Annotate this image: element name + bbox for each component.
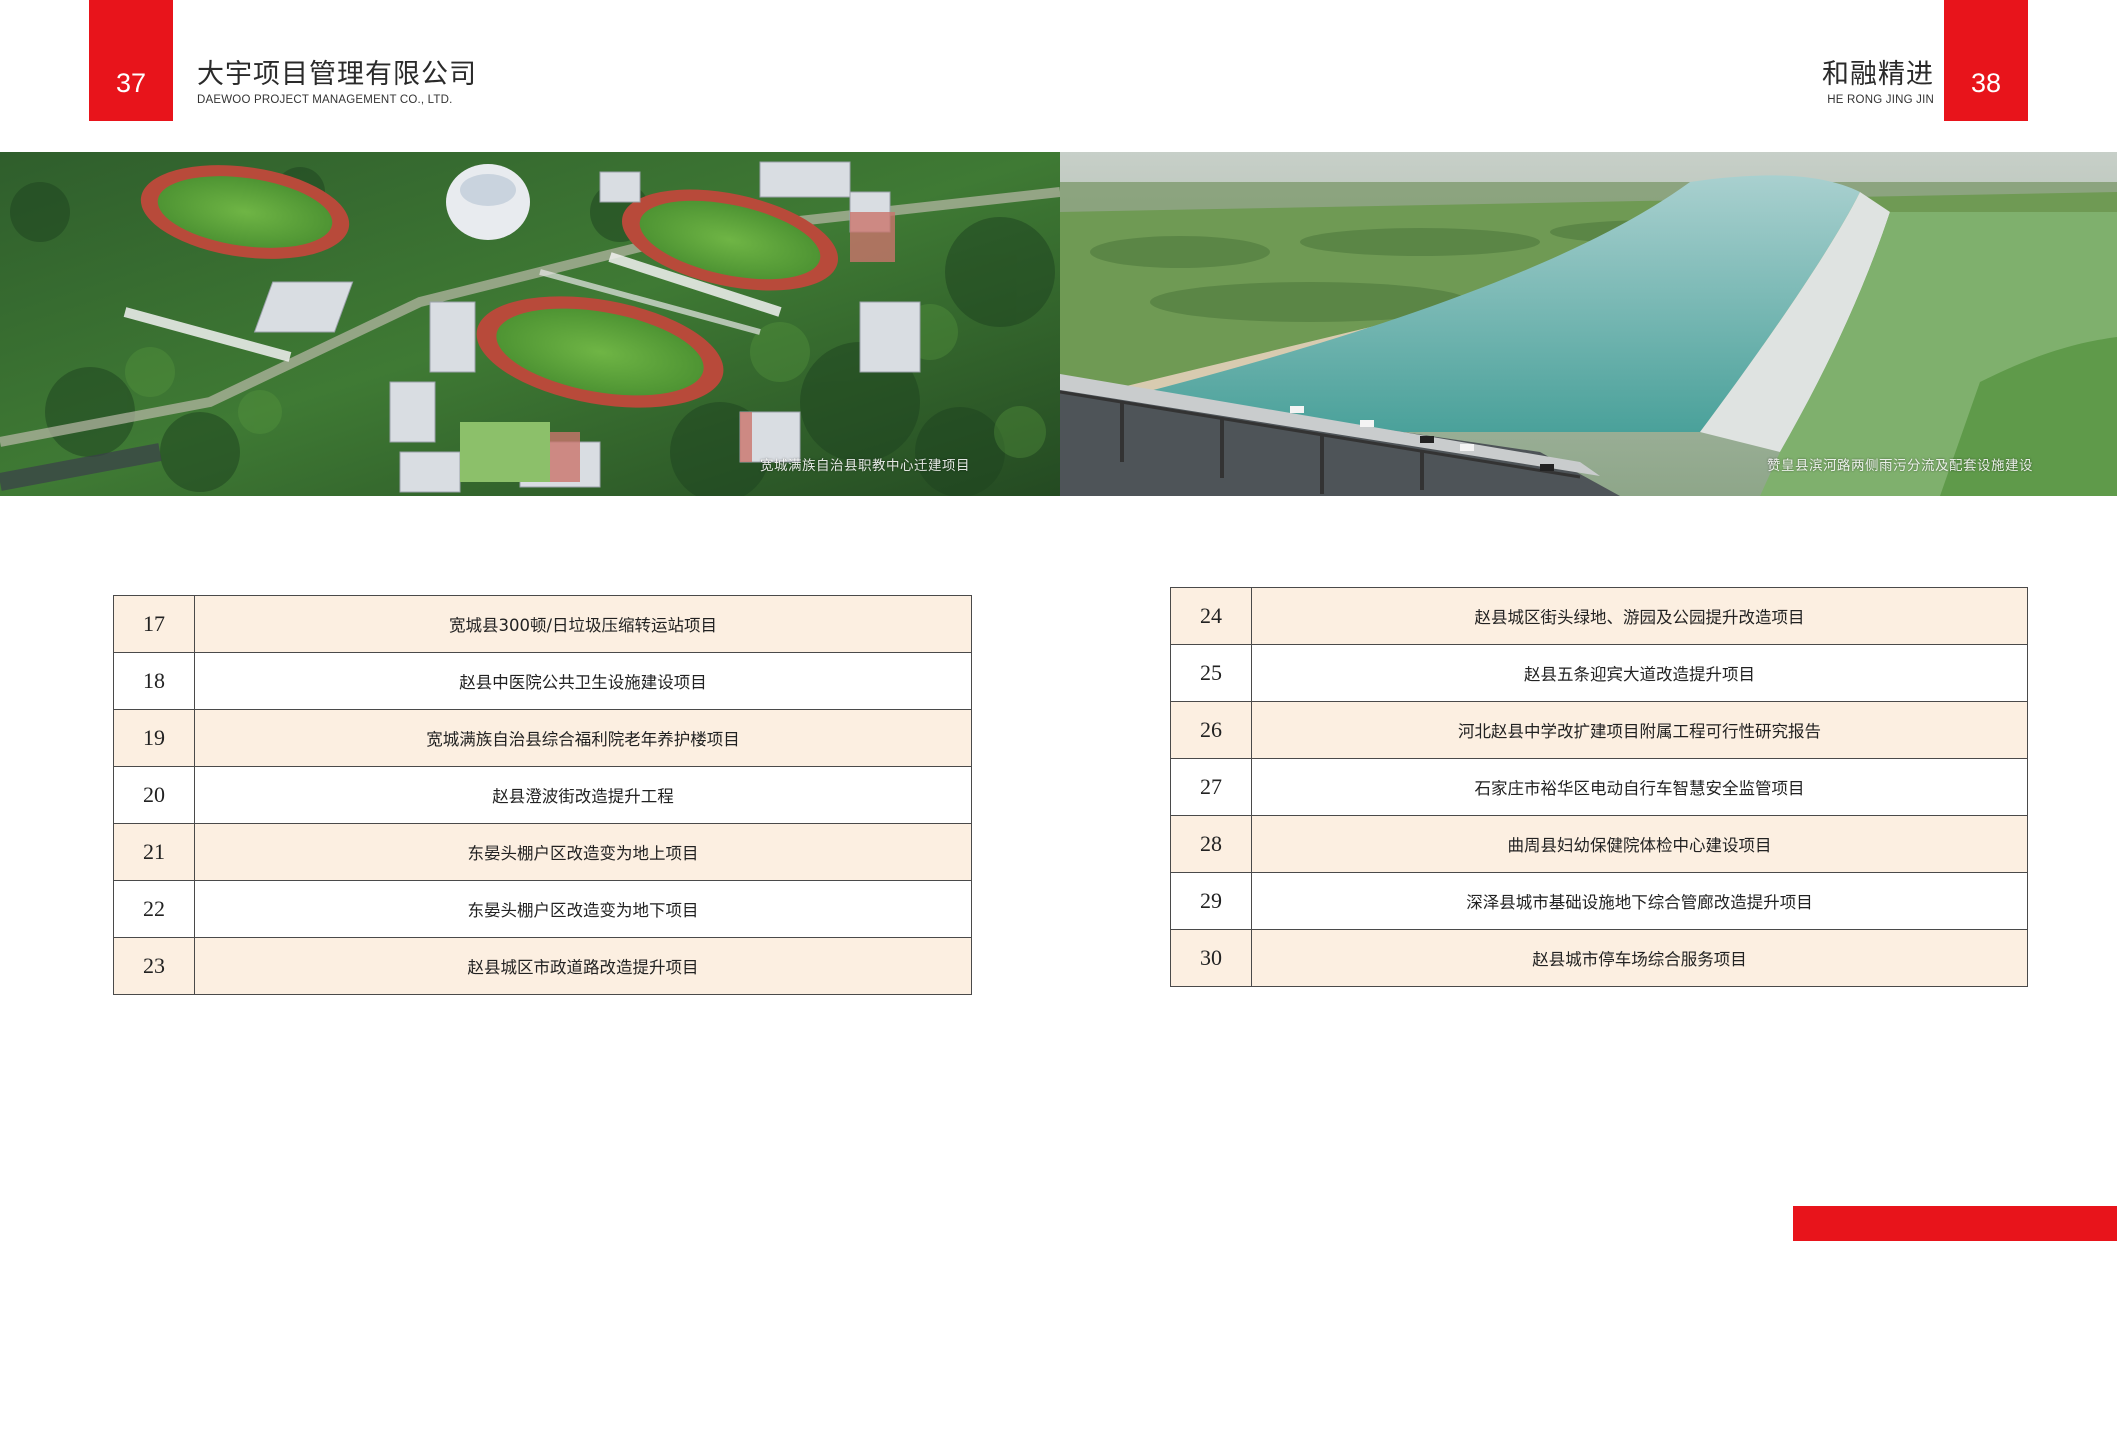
company-name-en: DAEWOO PROJECT MANAGEMENT CO., LTD. xyxy=(197,94,453,106)
project-title: 赵县城市停车场综合服务项目 xyxy=(1251,929,2028,987)
project-number: 26 xyxy=(1170,701,1252,759)
project-number: 22 xyxy=(113,880,195,938)
table-row: 23 赵县城区市政道路改造提升项目 xyxy=(113,937,972,995)
project-table-left: 17 宽城县300顿/日垃圾压缩转运站项目 18 赵县中医院公共卫生设施建设项目 19 宽… xyxy=(113,595,972,995)
project-title: 石家庄市裕华区电动自行车智慧安全监管项目 xyxy=(1251,758,2028,816)
project-number: 17 xyxy=(113,595,195,653)
table-row: 30 赵县城市停车场综合服务项目 xyxy=(1170,929,2028,987)
project-number: 28 xyxy=(1170,815,1252,873)
table-row: 18 赵县中医院公共卫生设施建设项目 xyxy=(113,652,972,710)
decorative-red-bar xyxy=(1793,1206,2117,1241)
project-number: 23 xyxy=(113,937,195,995)
project-number: 20 xyxy=(113,766,195,824)
project-number: 18 xyxy=(113,652,195,710)
company-name: 大宇项目管理有限公司 xyxy=(197,59,477,90)
page-number: 37 xyxy=(115,68,147,98)
river-embankment-photo: 赞皇县滨河路两侧雨污分流及配套设施建设 xyxy=(1060,152,2117,496)
page-number: 38 xyxy=(1970,68,2002,98)
project-title: 东晏头棚户区改造变为地下项目 xyxy=(194,880,972,938)
project-number: 19 xyxy=(113,709,195,767)
table-row: 17 宽城县300顿/日垃圾压缩转运站项目 xyxy=(113,595,972,653)
project-title: 赵县五条迎宾大道改造提升项目 xyxy=(1251,644,2028,702)
project-number: 24 xyxy=(1170,587,1252,645)
page-number-tab-left: 37 xyxy=(89,0,173,121)
slogan: 和融精进 xyxy=(1822,59,1934,90)
company-brand: 大宇项目管理有限公司 DAEWOO PROJECT MANAGEMENT CO.… xyxy=(197,58,477,108)
project-number: 30 xyxy=(1170,929,1252,987)
project-title: 曲周县妇幼保健院体检中心建设项目 xyxy=(1251,815,2028,873)
table-row: 28 曲周县妇幼保健院体检中心建设项目 xyxy=(1170,815,2028,873)
page-number-tab-right: 38 xyxy=(1944,0,2028,121)
table-row: 26 河北赵县中学改扩建项目附属工程可行性研究报告 xyxy=(1170,701,2028,759)
slogan-en: HE RONG JING JIN xyxy=(1827,94,1934,106)
table-row: 22 东晏头棚户区改造变为地下项目 xyxy=(113,880,972,938)
project-title: 赵县澄波街改造提升工程 xyxy=(194,766,972,824)
table-row: 25 赵县五条迎宾大道改造提升项目 xyxy=(1170,644,2028,702)
project-number: 25 xyxy=(1170,644,1252,702)
table-row: 24 赵县城区街头绿地、游园及公园提升改造项目 xyxy=(1170,587,2028,645)
project-title: 河北赵县中学改扩建项目附属工程可行性研究报告 xyxy=(1251,701,2028,759)
project-title: 东晏头棚户区改造变为地上项目 xyxy=(194,823,972,881)
project-title: 赵县城区街头绿地、游园及公园提升改造项目 xyxy=(1251,587,2028,645)
campus-aerial-photo: 宽城满族自治县职教中心迁建项目 xyxy=(0,152,1060,496)
project-number: 21 xyxy=(113,823,195,881)
photo-caption: 宽城满族自治县职教中心迁建项目 xyxy=(760,458,970,474)
project-table-right: 24 赵县城区街头绿地、游园及公园提升改造项目 25 赵县五条迎宾大道改造提升项目 26… xyxy=(1170,587,2028,987)
table-row: 29 深泽县城市基础设施地下综合管廊改造提升项目 xyxy=(1170,872,2028,930)
project-number: 27 xyxy=(1170,758,1252,816)
slogan-brand: 和融精进 HE RONG JING JIN xyxy=(1822,58,1934,108)
project-number: 29 xyxy=(1170,872,1252,930)
project-title: 赵县中医院公共卫生设施建设项目 xyxy=(194,652,972,710)
table-row: 27 石家庄市裕华区电动自行车智慧安全监管项目 xyxy=(1170,758,2028,816)
project-title: 赵县城区市政道路改造提升项目 xyxy=(194,937,972,995)
project-title: 深泽县城市基础设施地下综合管廊改造提升项目 xyxy=(1251,872,2028,930)
table-row: 20 赵县澄波街改造提升工程 xyxy=(113,766,972,824)
table-row: 21 东晏头棚户区改造变为地上项目 xyxy=(113,823,972,881)
photo-caption: 赞皇县滨河路两侧雨污分流及配套设施建设 xyxy=(1767,458,2033,474)
project-title: 宽城满族自治县综合福利院老年养护楼项目 xyxy=(194,709,972,767)
project-title: 宽城县300顿/日垃圾压缩转运站项目 xyxy=(194,595,972,653)
table-row: 19 宽城满族自治县综合福利院老年养护楼项目 xyxy=(113,709,972,767)
